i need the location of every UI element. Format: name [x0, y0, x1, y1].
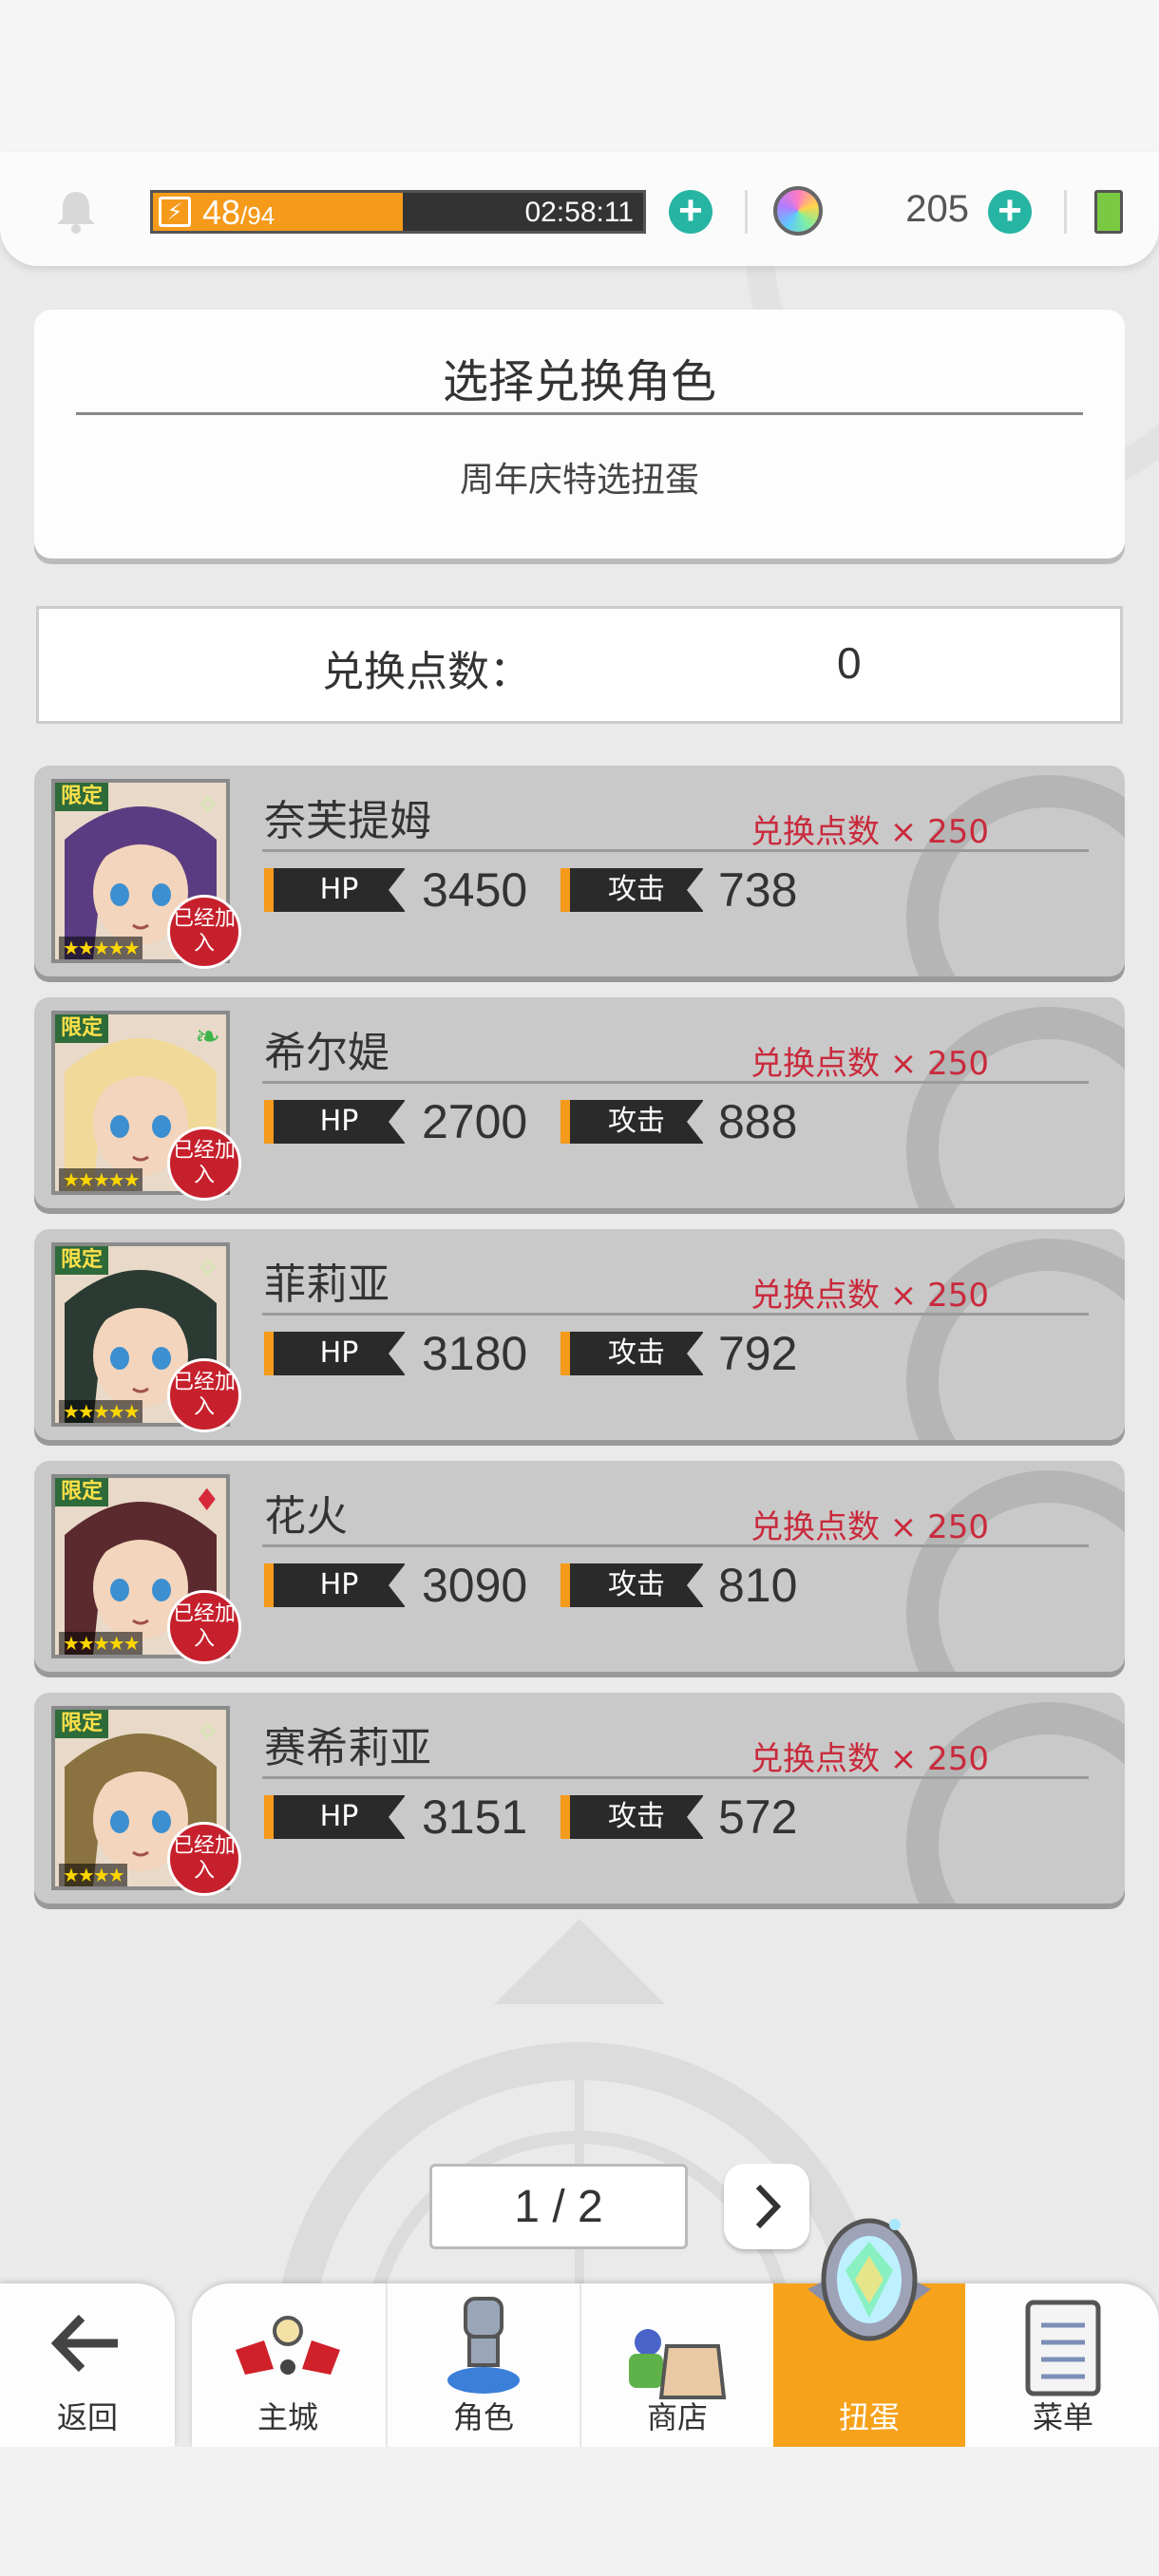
nav-item-shop[interactable]: 商店	[581, 2283, 773, 2447]
character-name: 赛希莉亚	[264, 1724, 431, 1772]
nav-label-menu: 菜单	[1032, 2399, 1093, 2435]
nav-label-town: 主城	[256, 2399, 318, 2435]
attack-value: 738	[718, 863, 798, 917]
nav-label-characters: 角色	[452, 2399, 514, 2435]
back-button[interactable]: 返回	[0, 2283, 175, 2447]
arrow-left-icon	[50, 2314, 118, 2373]
hp-value: 3450	[422, 863, 528, 917]
attack-value: 572	[718, 1790, 798, 1844]
limited-badge: 限定	[55, 1710, 109, 1738]
name-divider	[262, 1544, 1089, 1547]
star-rating: ★★★★★	[59, 1632, 142, 1655]
add-gems-button[interactable]: +	[988, 190, 1032, 234]
exchange-cost: 兑换点数 × 250	[750, 1045, 989, 1083]
joined-badge: 已经加入	[167, 1358, 241, 1432]
page-title: 选择兑换角色	[442, 355, 716, 408]
gem-count: 205	[905, 188, 969, 230]
top-blank-area	[0, 0, 1159, 152]
title-divider	[76, 412, 1083, 415]
star-rating: ★★★★	[59, 1864, 127, 1886]
stamina-bar: ⚡ 48/94 02:58:11	[150, 190, 646, 234]
hp-tag: HP	[264, 1100, 406, 1144]
hp-tag: HP	[264, 868, 406, 912]
town-icon	[236, 2316, 340, 2375]
joined-badge: 已经加入	[167, 1822, 241, 1896]
name-divider	[262, 1776, 1089, 1779]
points-value: 0	[837, 638, 862, 688]
nav-item-characters[interactable]: 角色	[388, 2283, 580, 2447]
joined-badge: 已经加入	[167, 1127, 241, 1201]
leaf-icon: ❧	[195, 1018, 220, 1054]
page-indicator: 1 / 2	[429, 2164, 688, 2249]
attack-value: 810	[718, 1559, 798, 1612]
hp-tag: HP	[264, 1795, 406, 1839]
wind-star-icon: ✧	[195, 1250, 220, 1286]
wind-star-icon: ✧	[195, 1714, 220, 1750]
nav-item-town[interactable]: 主城	[192, 2283, 384, 2447]
exchange-cost: 兑换点数 × 250	[750, 1740, 989, 1778]
page-subtitle: 周年庆特选扭蛋	[459, 461, 699, 500]
joined-badge: 已经加入	[167, 1590, 241, 1664]
character-row[interactable]: 限定 ✧ ★★★★ 已经加入 赛希莉亚 兑换点数 × 250 HP 3151 攻…	[34, 1693, 1125, 1904]
character-name: 菲莉亚	[264, 1260, 390, 1309]
hp-tag: HP	[264, 1563, 406, 1607]
hp-value: 3090	[422, 1559, 528, 1612]
title-card: 选择兑换角色 周年庆特选扭蛋	[34, 310, 1125, 559]
attack-tag: 攻击	[560, 1100, 704, 1144]
character-name: 奈芙提姆	[264, 797, 431, 845]
character-name: 希尔媞	[264, 1029, 390, 1077]
shop-bag-icon	[629, 2329, 727, 2399]
star-rating: ★★★★★	[59, 1168, 142, 1191]
gacha-crystal-icon	[808, 2218, 931, 2341]
attack-tag: 攻击	[560, 1563, 704, 1607]
bottom-strip	[0, 2447, 1159, 2576]
menu-list-icon	[1025, 2300, 1101, 2396]
name-divider	[262, 1313, 1089, 1316]
joined-badge: 已经加入	[167, 895, 241, 969]
nav-item-menu[interactable]: 菜单	[967, 2283, 1159, 2447]
rainbow-gem-icon	[773, 186, 823, 236]
character-icon	[447, 2297, 520, 2394]
points-label: 兑换点数：	[322, 648, 531, 696]
star-rating: ★★★★★	[59, 1400, 142, 1423]
attack-value: 888	[718, 1095, 798, 1148]
lightning-icon: ⚡	[159, 197, 191, 227]
stamina-value: 48/94	[202, 193, 276, 232]
exchange-cost: 兑换点数 × 250	[750, 813, 989, 851]
add-stamina-button[interactable]: +	[669, 190, 712, 234]
character-name: 花火	[264, 1492, 348, 1541]
name-divider	[262, 1081, 1089, 1084]
divider	[745, 190, 748, 234]
name-divider	[262, 849, 1089, 852]
back-label: 返回	[56, 2399, 118, 2435]
exchange-cost: 兑换点数 × 250	[750, 1508, 989, 1546]
exchange-cost: 兑换点数 × 250	[750, 1277, 989, 1315]
bell-icon[interactable]	[51, 186, 101, 236]
star-rating: ★★★★★	[59, 937, 142, 959]
wind-star-icon: ✧	[195, 786, 220, 823]
limited-badge: 限定	[55, 1246, 109, 1275]
attack-tag: 攻击	[560, 1332, 704, 1375]
limited-badge: 限定	[55, 1478, 109, 1506]
nav-label-shop: 商店	[646, 2399, 708, 2435]
character-row[interactable]: 限定 ❧ ★★★★★ 已经加入 希尔媞 兑换点数 × 250 HP 2700 攻…	[34, 997, 1125, 1208]
hp-value: 2700	[422, 1095, 528, 1148]
attack-tag: 攻击	[560, 1795, 704, 1839]
hp-value: 3151	[422, 1790, 528, 1844]
divider	[1064, 190, 1067, 234]
limited-badge: 限定	[55, 1014, 109, 1043]
battery-icon	[1094, 190, 1123, 234]
attack-value: 792	[718, 1327, 798, 1380]
hp-value: 3180	[422, 1327, 528, 1380]
limited-badge: 限定	[55, 783, 109, 811]
stamina-timer: 02:58:11	[524, 197, 634, 228]
character-row[interactable]: 限定 ✧ ★★★★★ 已经加入 奈芙提姆 兑换点数 × 250 HP 3450 …	[34, 766, 1125, 976]
attack-tag: 攻击	[560, 868, 704, 912]
fire-diamond-icon: ♦	[193, 1482, 220, 1518]
hp-tag: HP	[264, 1332, 406, 1375]
character-row[interactable]: 限定 ✧ ★★★★★ 已经加入 菲莉亚 兑换点数 × 250 HP 3180 攻…	[34, 1229, 1125, 1440]
nav-label-gacha: 扭蛋	[838, 2399, 900, 2435]
character-row[interactable]: 限定 ♦ ★★★★★ 已经加入 花火 兑换点数 × 250 HP 3090 攻击…	[34, 1461, 1125, 1672]
exchange-points-box: 兑换点数： 0	[36, 606, 1123, 724]
